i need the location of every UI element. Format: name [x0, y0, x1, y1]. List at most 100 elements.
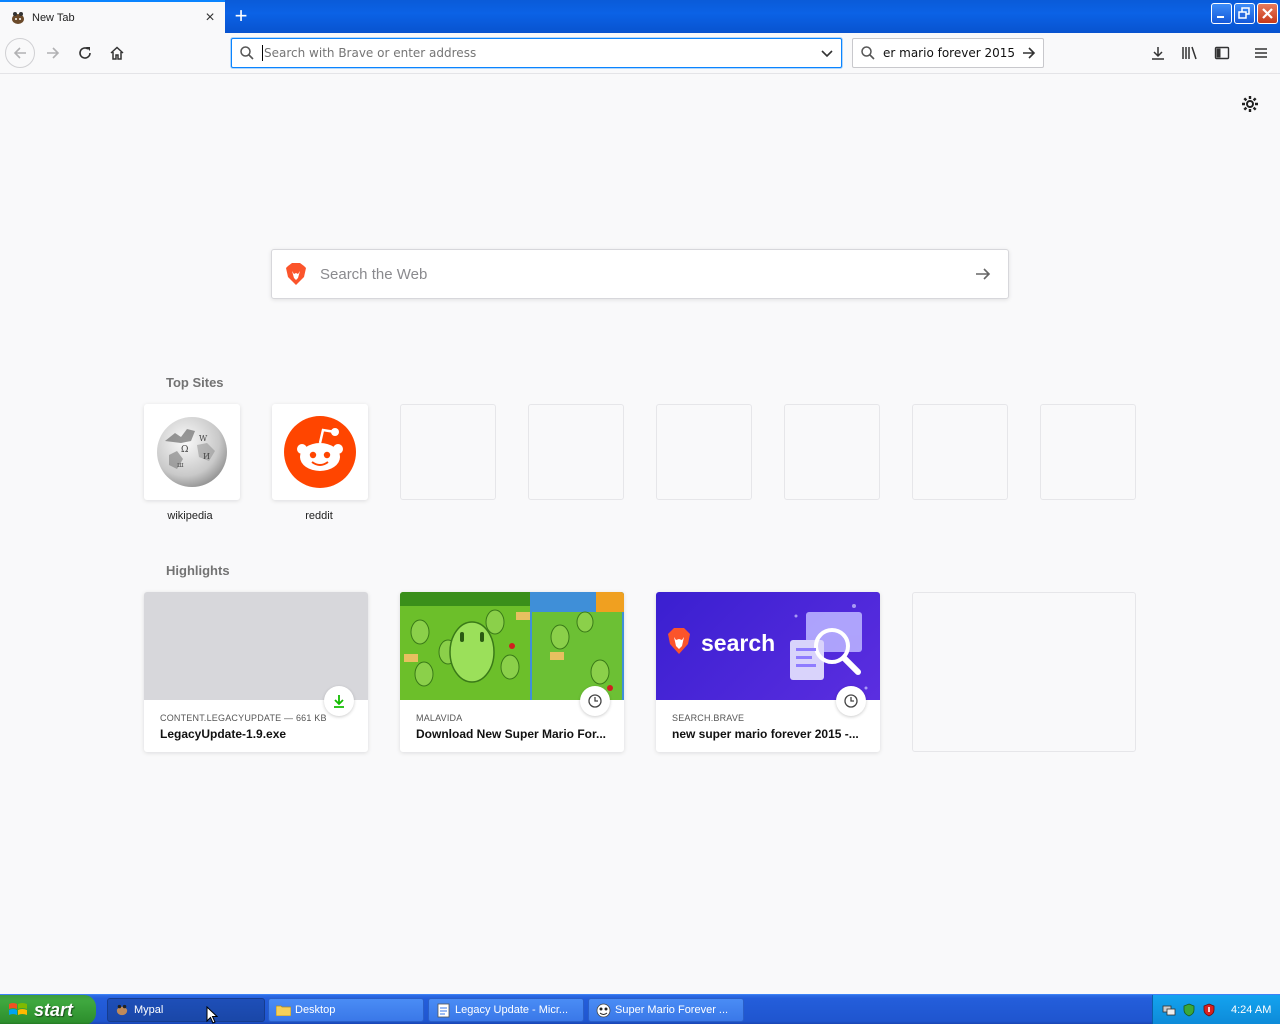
clock-icon — [580, 686, 610, 716]
chevron-down-icon[interactable] — [813, 46, 841, 60]
tab-close-icon[interactable]: × — [203, 9, 217, 25]
minimize-icon — [1217, 16, 1224, 18]
mypal-icon — [114, 1002, 130, 1018]
search-bar[interactable]: new super mario forever 2015 — [852, 38, 1044, 68]
sidebar-button[interactable] — [1208, 40, 1236, 66]
wikipedia-globe-icon: Ω W И ш — [157, 417, 227, 487]
taskbar-item-desktop[interactable]: Desktop — [268, 998, 424, 1022]
menu-button[interactable] — [1247, 40, 1275, 66]
taskbar-item-super-mario-forever[interactable]: Super Mario Forever ... — [588, 998, 744, 1022]
web-search-input[interactable] — [320, 265, 958, 283]
svg-text:W: W — [199, 434, 208, 443]
restore-button[interactable] — [1234, 3, 1255, 24]
forward-arrow-icon — [47, 47, 60, 59]
taskbar-item-label: Mypal — [134, 1004, 164, 1016]
new-tab-button[interactable]: + — [229, 5, 253, 27]
top-site-empty-slot — [1040, 404, 1136, 500]
gear-icon[interactable] — [1240, 94, 1260, 114]
card-title: LegacyUpdate-1.9.exe — [160, 727, 287, 741]
home-icon — [110, 46, 124, 60]
close-icon — [1262, 8, 1273, 19]
mario-icon — [595, 1002, 611, 1018]
back-arrow-icon — [13, 47, 26, 59]
top-site-label: wikipedia — [167, 510, 213, 522]
web-search-box[interactable] — [271, 249, 1009, 299]
highlights-heading: Highlights — [166, 563, 230, 578]
card-host: MALAVIDA — [416, 713, 463, 723]
taskbar-item-label: Legacy Update - Micr... — [455, 1004, 569, 1016]
card-title: new super mario forever 2015 -... — [672, 727, 859, 741]
taskbar-item-legacy-update[interactable]: Legacy Update - Micr... — [428, 998, 584, 1022]
highlight-empty-slot — [912, 592, 1136, 752]
card-image-search-text: search — [701, 630, 776, 656]
home-button[interactable] — [103, 40, 131, 66]
search-go-arrow-icon[interactable] — [1015, 45, 1043, 61]
mouse-cursor-icon — [206, 1006, 218, 1024]
top-site-reddit[interactable] — [272, 404, 368, 500]
highlight-card-malavida[interactable]: MALAVIDA Download New Super Mario For... — [400, 592, 624, 752]
brave-lion-icon — [272, 262, 320, 286]
search-icon — [853, 45, 883, 61]
download-icon — [1152, 47, 1164, 60]
taskbar-item-label: Super Mario Forever ... — [615, 1004, 729, 1016]
clock-icon — [836, 686, 866, 716]
start-button[interactable]: start — [0, 995, 96, 1024]
folder-icon — [275, 1002, 291, 1018]
download-icon — [324, 686, 354, 716]
top-site-empty-slot — [784, 404, 880, 500]
reload-icon — [79, 47, 91, 59]
address-bar[interactable] — [231, 38, 842, 68]
forward-button[interactable] — [39, 40, 67, 66]
shield-icon[interactable] — [1181, 1002, 1197, 1018]
highlight-card-legacyupdate[interactable]: CONTENT.LEGACYUPDATE — 661 KB LegacyUpda… — [144, 592, 368, 752]
svg-text:Ω: Ω — [181, 445, 188, 455]
text-caret — [262, 45, 263, 61]
taskbar-item-label: Desktop — [295, 1004, 336, 1016]
new-tab-page: Top Sites Ω W И ш wikipedia reddit — [0, 74, 1280, 994]
top-site-empty-slot — [912, 404, 1008, 500]
card-host: SEARCH.BRAVE — [672, 713, 745, 723]
top-site-label: reddit — [305, 510, 333, 522]
svg-text:ш: ш — [177, 461, 184, 469]
search-bar-value[interactable]: new super mario forever 2015 — [883, 46, 1015, 60]
reddit-alien-icon — [284, 416, 356, 488]
reload-button[interactable] — [71, 40, 99, 66]
tab-title: New Tab — [32, 11, 75, 24]
network-icon[interactable] — [1161, 1002, 1177, 1018]
top-site-empty-slot — [656, 404, 752, 500]
sidebar-icon — [1214, 46, 1230, 60]
library-button[interactable] — [1176, 40, 1204, 66]
clock: 4:24 AM — [1231, 1004, 1272, 1016]
tab-strip: New Tab × + — [0, 0, 1280, 33]
back-button[interactable] — [5, 38, 35, 68]
security-alert-icon[interactable] — [1201, 1002, 1217, 1018]
windows-taskbar: start Mypal Desktop Legacy Update - Micr… — [0, 994, 1280, 1024]
document-icon — [435, 1002, 451, 1018]
card-thumbnail — [144, 592, 368, 700]
mypal-favicon-icon — [10, 11, 26, 25]
top-site-empty-slot — [400, 404, 496, 500]
tab-new-tab[interactable]: New Tab × — [0, 0, 225, 33]
svg-text:И: И — [203, 452, 210, 461]
navigation-toolbar: new super mario forever 2015 — [0, 33, 1280, 74]
restore-icon — [1238, 7, 1250, 19]
arrow-right-icon[interactable] — [958, 265, 1008, 283]
downloads-button[interactable] — [1144, 40, 1172, 66]
windows-flag-icon — [9, 1003, 27, 1015]
minimize-button[interactable] — [1211, 3, 1232, 24]
highlight-card-brave-search[interactable]: search SEARCH.BRAVE new super mario fore… — [656, 592, 880, 752]
card-host: CONTENT.LEGACYUPDATE — 661 KB — [160, 713, 327, 723]
search-icon — [232, 45, 262, 61]
start-label: start — [34, 999, 74, 1020]
top-sites-heading: Top Sites — [166, 375, 224, 390]
address-input[interactable] — [264, 46, 813, 60]
taskbar-item-mypal[interactable]: Mypal — [107, 998, 265, 1022]
close-window-button[interactable] — [1257, 3, 1278, 24]
system-tray: 4:24 AM — [1152, 995, 1280, 1024]
top-site-wikipedia[interactable]: Ω W И ш — [144, 404, 240, 500]
card-title: Download New Super Mario For... — [416, 727, 607, 741]
card-thumbnail-mario-level — [400, 592, 624, 700]
hamburger-menu-icon — [1255, 48, 1267, 58]
card-thumbnail-brave-search: search — [656, 592, 880, 700]
top-site-empty-slot — [528, 404, 624, 500]
